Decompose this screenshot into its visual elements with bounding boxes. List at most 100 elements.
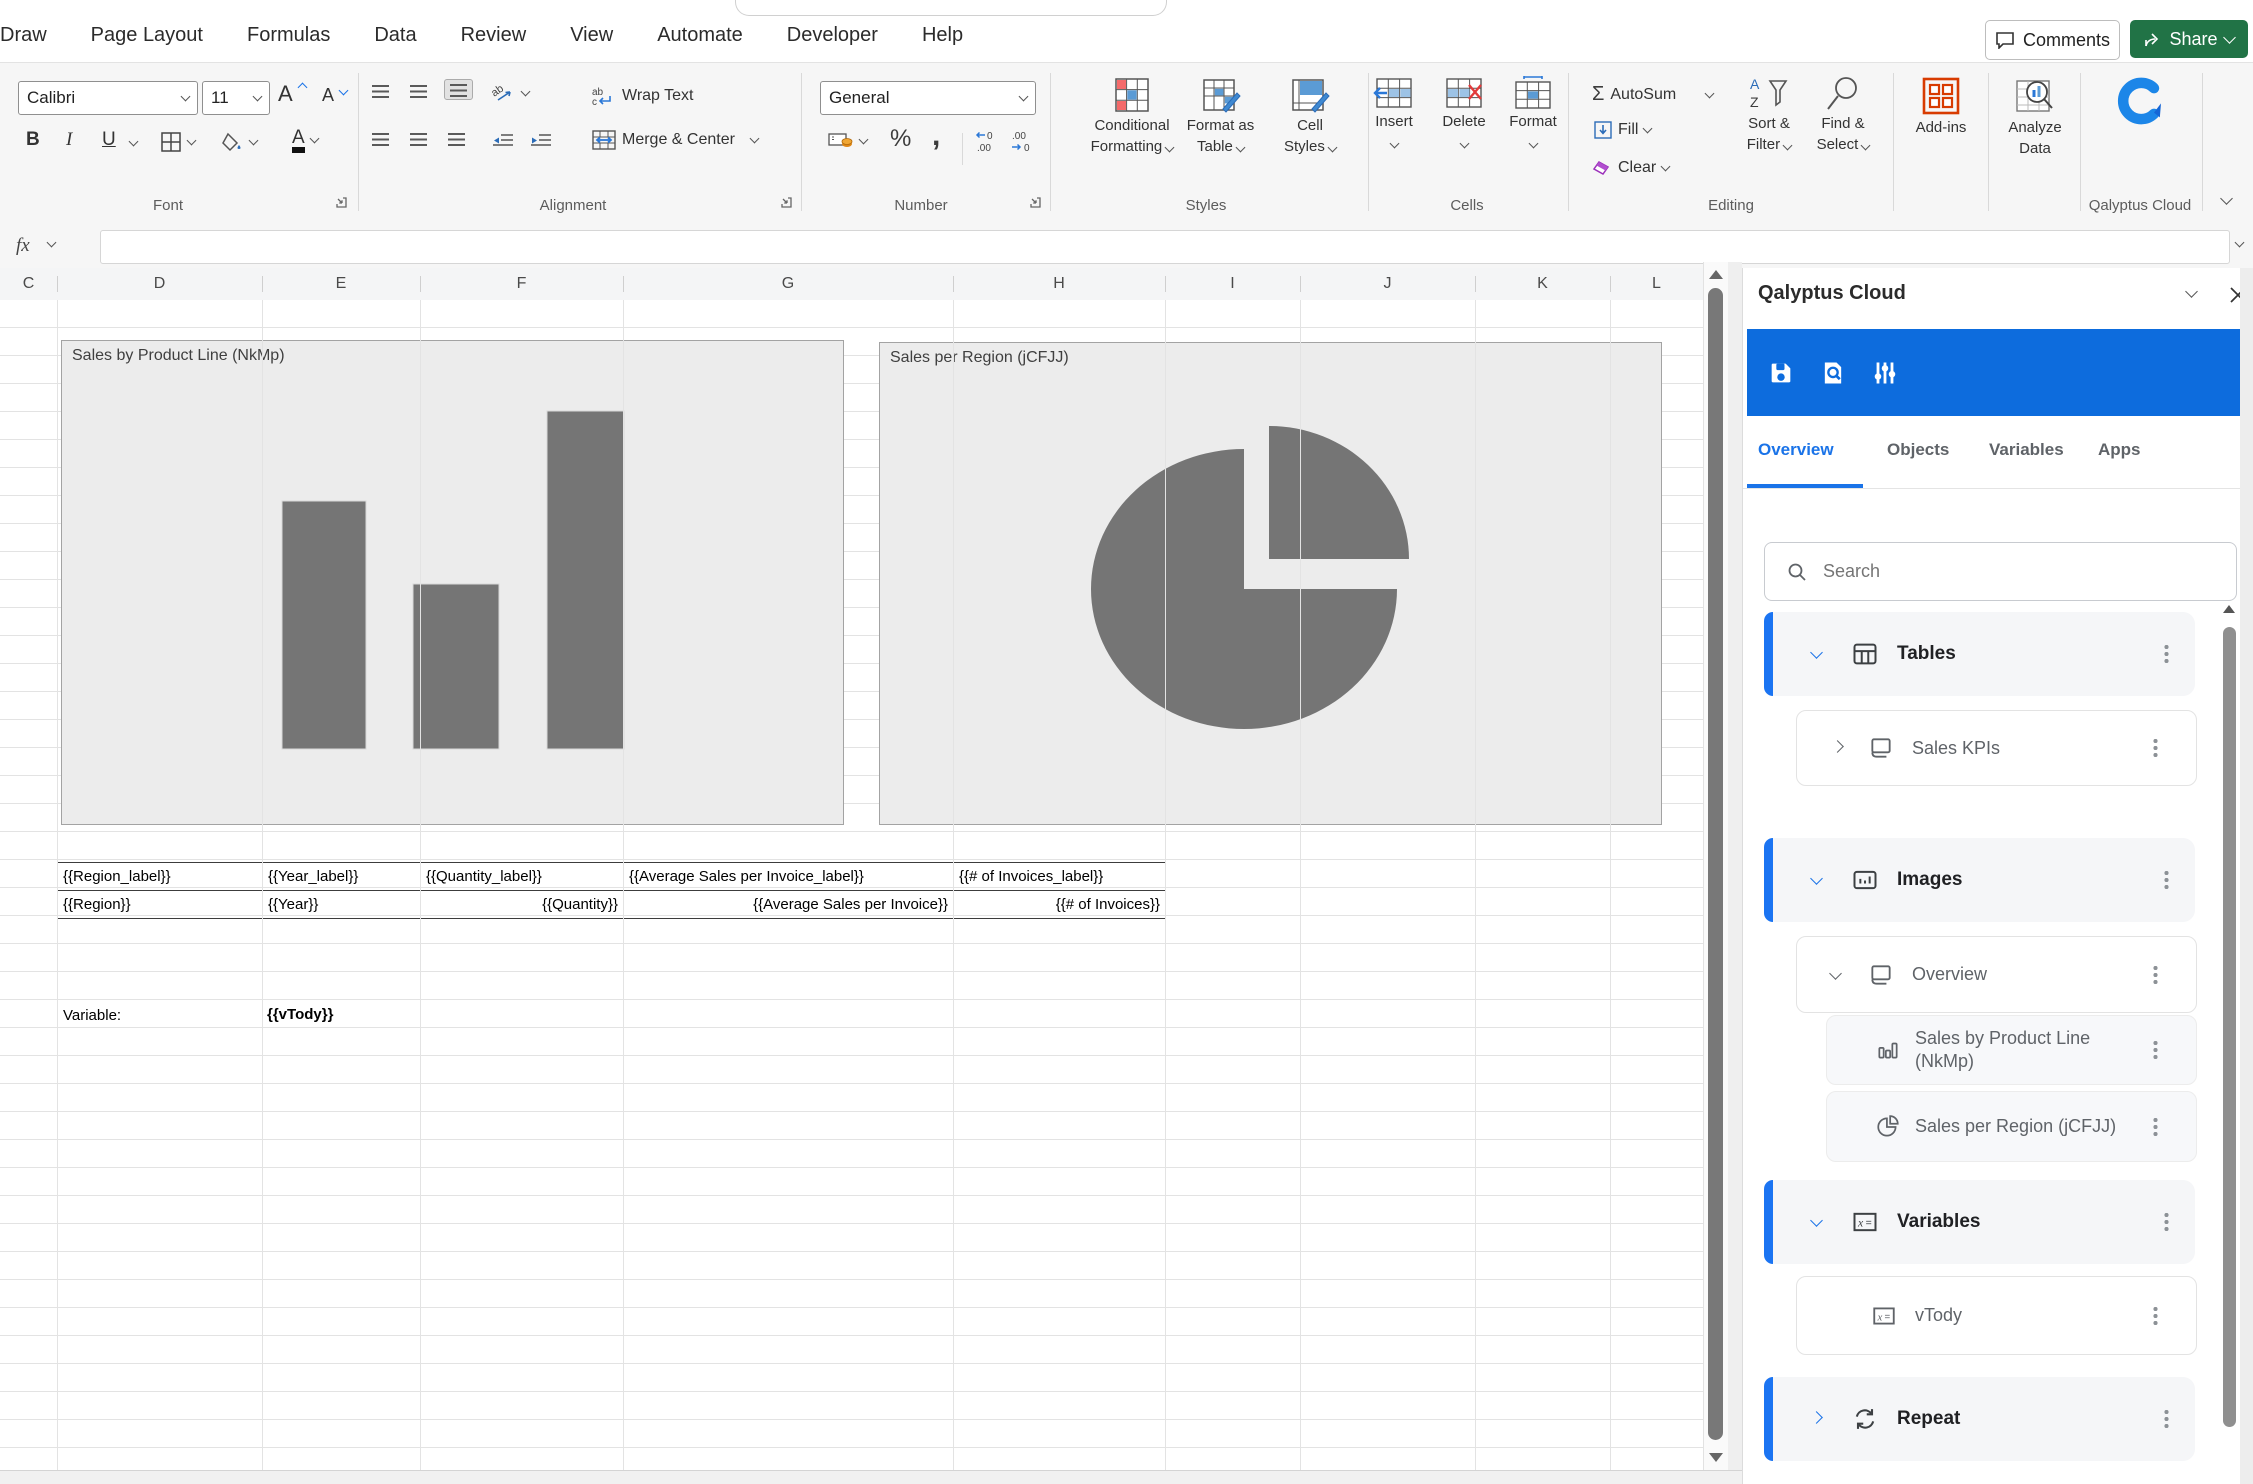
- list-item-sales-kpis[interactable]: Sales KPIs: [1796, 710, 2197, 786]
- find-select-button[interactable]: Find & Select: [1800, 75, 1886, 155]
- increase-decimal-button[interactable]: 0.00: [975, 129, 1003, 155]
- kebab-menu-icon[interactable]: [2153, 1306, 2158, 1326]
- scroll-up-icon[interactable]: [2223, 605, 2235, 613]
- percent-style-button[interactable]: %: [890, 125, 911, 153]
- menu-tab-developer[interactable]: Developer: [787, 24, 878, 47]
- chart-object-sales-per-region[interactable]: Sales per Region (jCFJJ): [879, 342, 1662, 825]
- section-repeat[interactable]: Repeat: [1764, 1377, 2195, 1461]
- tab-apps[interactable]: Apps: [2098, 440, 2141, 460]
- font-size-combo[interactable]: 11: [202, 81, 270, 115]
- underline-button[interactable]: U: [102, 129, 116, 151]
- scrollbar-thumb[interactable]: [1708, 288, 1723, 1440]
- menu-tab-review[interactable]: Review: [461, 24, 527, 47]
- column-header[interactable]: L: [1610, 268, 1703, 300]
- wrap-text-button[interactable]: abcWrap Text: [592, 85, 693, 107]
- column-header[interactable]: C: [0, 268, 57, 300]
- kebab-menu-icon[interactable]: [2164, 1409, 2169, 1429]
- template-table[interactable]: {{Region_label}} {{Year_label}} {{Quanti…: [57, 862, 1166, 919]
- bold-button[interactable]: B: [26, 129, 40, 151]
- fx-chevron-icon[interactable]: [47, 238, 57, 248]
- fill-color-button[interactable]: [222, 131, 257, 153]
- tab-overview[interactable]: Overview: [1758, 440, 1834, 460]
- horizontal-scrollbar-area[interactable]: [0, 1470, 1742, 1484]
- column-header[interactable]: G: [623, 268, 953, 300]
- menu-tab-page-layout[interactable]: Page Layout: [91, 24, 203, 47]
- align-bottom-button[interactable]: [444, 79, 473, 100]
- font-dialog-launcher-icon[interactable]: [334, 195, 349, 210]
- search-input[interactable]: [1821, 560, 2155, 583]
- section-images[interactable]: Images: [1764, 838, 2195, 922]
- borders-button[interactable]: [160, 131, 195, 153]
- variable-value-cell[interactable]: {{vTody}}: [267, 1006, 333, 1023]
- align-right-button[interactable]: [448, 133, 465, 146]
- decrease-indent-button[interactable]: [492, 133, 514, 149]
- spreadsheet-grid[interactable]: Sales by Product Line (NkMp) Sales per R…: [0, 300, 1703, 1470]
- sort-filter-button[interactable]: AZ Sort & Filter: [1728, 75, 1810, 155]
- column-header[interactable]: F: [420, 268, 623, 300]
- column-header[interactable]: H: [953, 268, 1165, 300]
- number-format-combo[interactable]: General: [820, 81, 1036, 115]
- table-cell[interactable]: {{Year}}: [263, 891, 421, 919]
- align-left-button[interactable]: [372, 133, 389, 146]
- column-header[interactable]: K: [1475, 268, 1610, 300]
- sheet-vertical-scrollbar[interactable]: [1703, 262, 1729, 1470]
- clear-button[interactable]: Clear: [1592, 159, 1669, 177]
- tab-variables[interactable]: Variables: [1989, 440, 2064, 460]
- list-item-vtody[interactable]: x= vTody: [1796, 1276, 2197, 1355]
- panel-collapse-icon[interactable]: [2185, 285, 2198, 298]
- column-header[interactable]: I: [1165, 268, 1300, 300]
- shrink-font-button[interactable]: A: [322, 85, 347, 106]
- list-item-image-bar-chart[interactable]: Sales by Product Line (NkMp): [1826, 1015, 2197, 1085]
- font-name-combo[interactable]: Calibri: [18, 81, 198, 115]
- alignment-dialog-launcher-icon[interactable]: [779, 195, 794, 210]
- panel-scrollbar[interactable]: [2223, 605, 2236, 1465]
- formula-input[interactable]: [100, 230, 2230, 264]
- column-header[interactable]: D: [57, 268, 262, 300]
- share-button[interactable]: Share: [2130, 20, 2248, 58]
- table-cell[interactable]: {{# of Invoices_label}}: [954, 863, 1166, 891]
- delete-cells-button[interactable]: Delete: [1428, 75, 1500, 153]
- format-cells-button[interactable]: Format: [1496, 75, 1570, 153]
- kebab-menu-icon[interactable]: [2164, 870, 2169, 890]
- decrease-decimal-button[interactable]: .000: [1010, 129, 1038, 155]
- menu-tab-help[interactable]: Help: [922, 24, 963, 47]
- chevron-down-icon[interactable]: [1810, 1214, 1823, 1227]
- qalyptus-cloud-ribbon-button[interactable]: [2112, 73, 2168, 129]
- chevron-down-icon[interactable]: [1829, 967, 1842, 980]
- list-item-overview[interactable]: Overview: [1796, 936, 2197, 1013]
- scroll-down-icon[interactable]: [1709, 1453, 1723, 1462]
- table-cell[interactable]: {{# of Invoices}}: [954, 891, 1166, 919]
- align-middle-button[interactable]: [410, 85, 427, 98]
- formula-expand-icon[interactable]: [2235, 238, 2245, 248]
- increase-indent-button[interactable]: [530, 133, 552, 149]
- list-item-image-pie-chart[interactable]: Sales per Region (jCFJJ): [1826, 1091, 2197, 1162]
- kebab-menu-icon[interactable]: [2164, 644, 2169, 664]
- column-header[interactable]: E: [262, 268, 420, 300]
- menu-tab-automate[interactable]: Automate: [657, 24, 743, 47]
- accounting-format-button[interactable]: [828, 131, 867, 151]
- align-center-button[interactable]: [410, 133, 427, 146]
- kebab-menu-icon[interactable]: [2153, 738, 2158, 758]
- table-cell[interactable]: {{Quantity_label}}: [421, 863, 624, 891]
- table-cell[interactable]: {{Region}}: [58, 891, 263, 919]
- font-color-button[interactable]: A: [292, 127, 318, 153]
- addins-button[interactable]: Add-ins: [1900, 75, 1982, 138]
- chart-object-sales-by-product-line[interactable]: Sales by Product Line (NkMp): [61, 340, 844, 825]
- fill-button[interactable]: Fill: [1594, 121, 1651, 139]
- column-header[interactable]: J: [1300, 268, 1475, 300]
- chevron-right-icon[interactable]: [1810, 1411, 1823, 1424]
- analyze-data-button[interactable]: Analyze Data: [1992, 75, 2078, 159]
- underline-chevron-icon[interactable]: [129, 137, 139, 147]
- comma-style-button[interactable]: ,: [932, 119, 940, 153]
- autosum-button[interactable]: ΣAutoSum: [1592, 83, 1713, 106]
- search-box[interactable]: [1764, 542, 2237, 601]
- italic-button[interactable]: I: [66, 129, 72, 151]
- table-cell[interactable]: {{Average Sales per Invoice_label}}: [624, 863, 954, 891]
- kebab-menu-icon[interactable]: [2153, 965, 2158, 985]
- chevron-right-icon[interactable]: [1831, 740, 1844, 753]
- table-cell[interactable]: {{Year_label}}: [263, 863, 421, 891]
- number-dialog-launcher-icon[interactable]: [1028, 195, 1043, 210]
- menu-tab-view[interactable]: View: [570, 24, 613, 47]
- grow-font-button[interactable]: A: [278, 81, 306, 107]
- preview-document-icon[interactable]: [1819, 359, 1847, 387]
